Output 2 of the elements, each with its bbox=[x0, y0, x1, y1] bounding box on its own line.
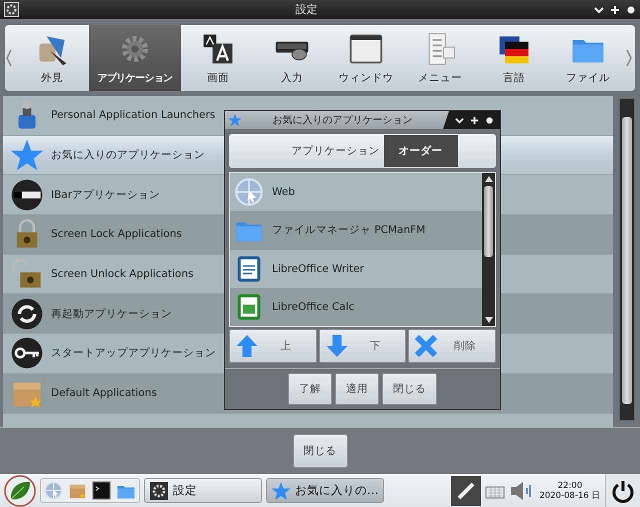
window-title: 設定 bbox=[294, 2, 318, 17]
dialog-title: お気に入りのアプリケーション bbox=[272, 114, 414, 127]
